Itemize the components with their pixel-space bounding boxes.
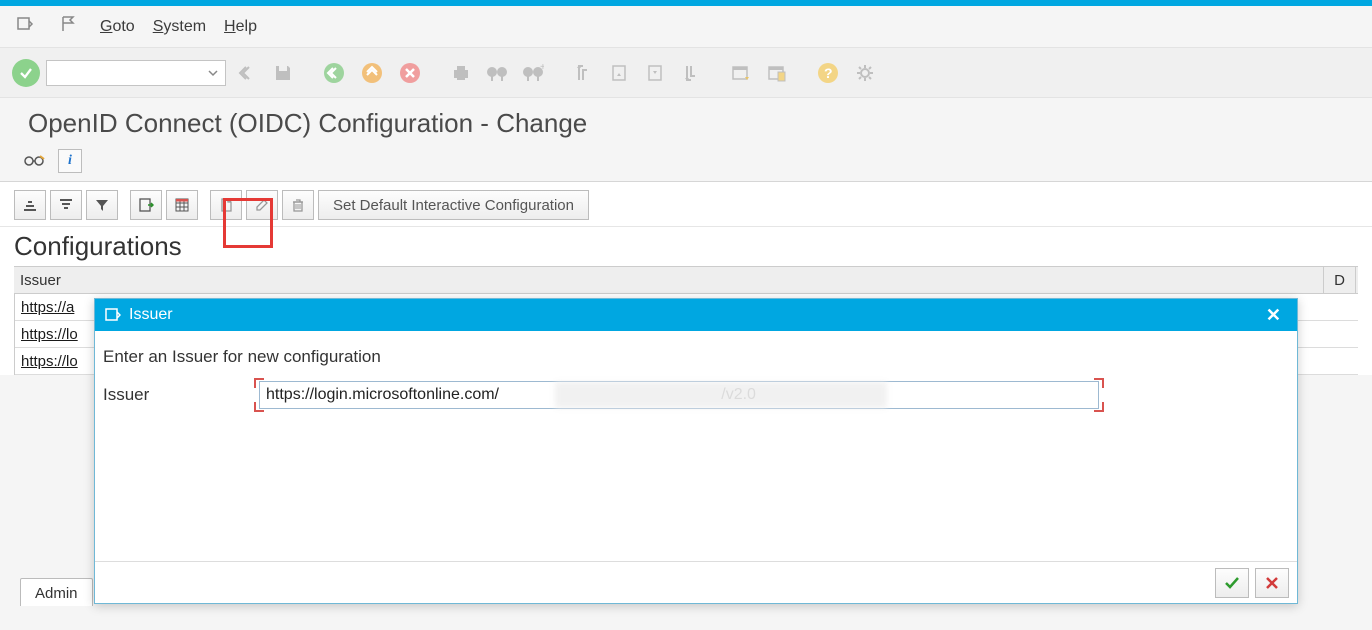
sort-asc-button[interactable] (14, 190, 46, 220)
alv-toolbar: Set Default Interactive Configuration (0, 182, 1372, 227)
back-icon[interactable] (232, 62, 262, 84)
issuer-label: Issuer (103, 385, 253, 405)
print-icon[interactable] (446, 62, 476, 84)
section-title: Configurations (0, 227, 1372, 266)
glasses-icon[interactable] (22, 149, 46, 173)
cell-issuer[interactable]: https://lo (15, 326, 84, 343)
issuer-dialog: Issuer ✕ Enter an Issuer for new configu… (94, 298, 1298, 604)
redacted-overlay (555, 382, 887, 408)
dialog-prompt: Enter an Issuer for new configuration (103, 347, 1289, 367)
first-page-icon[interactable] (568, 62, 598, 84)
export-button[interactable] (130, 190, 162, 220)
standard-toolbar: + ? (0, 48, 1372, 98)
tab-strip: Admin (20, 578, 93, 606)
page-title: OpenID Connect (OIDC) Configuration - Ch… (0, 98, 1372, 147)
dialog-header: Issuer ✕ (95, 299, 1297, 331)
layout-icon[interactable] (762, 62, 792, 84)
new-session-icon[interactable] (726, 62, 756, 84)
svg-text:+: + (540, 62, 544, 73)
layout-button[interactable] (166, 190, 198, 220)
dialog-icon (105, 307, 121, 323)
menu-goto[interactable]: Goto (100, 18, 135, 36)
ok-button[interactable] (1215, 568, 1249, 598)
table-header: Issuer D (14, 266, 1358, 294)
edit-button[interactable] (246, 190, 278, 220)
next-page-icon[interactable] (640, 62, 670, 84)
sort-desc-button[interactable] (50, 190, 82, 220)
info-icon[interactable]: i (58, 149, 82, 173)
svg-text:?: ? (824, 65, 833, 81)
cancel-circle-icon[interactable] (394, 61, 426, 85)
dialog-footer (95, 561, 1297, 603)
save-icon[interactable] (268, 62, 298, 84)
required-marker (1094, 402, 1104, 412)
filter-button[interactable] (86, 190, 118, 220)
dialog-title: Issuer (129, 306, 173, 324)
menu-system[interactable]: System (153, 18, 206, 36)
last-page-icon[interactable] (676, 62, 706, 84)
up-circle-icon[interactable] (356, 61, 388, 85)
find-icon[interactable] (482, 62, 512, 84)
menu-bar: Goto System Help (0, 6, 1372, 48)
required-marker (254, 402, 264, 412)
menu-help[interactable]: Help (224, 18, 257, 36)
col-d[interactable]: D (1324, 267, 1356, 293)
menu-flag-icon[interactable] (56, 15, 82, 38)
set-default-button[interactable]: Set Default Interactive Configuration (318, 190, 589, 220)
app-toolbar: i (0, 147, 1372, 181)
menu-window-icon[interactable] (12, 15, 38, 38)
tab-admin[interactable]: Admin (20, 578, 93, 606)
col-issuer[interactable]: Issuer (14, 267, 1324, 293)
required-marker (1094, 378, 1104, 388)
required-marker (254, 378, 264, 388)
command-field[interactable] (46, 60, 226, 86)
cell-issuer[interactable]: https://lo (15, 353, 84, 370)
back-circle-icon[interactable] (318, 61, 350, 85)
cell-issuer[interactable]: https://a (15, 299, 80, 316)
settings-gear-icon[interactable] (850, 62, 880, 84)
close-icon[interactable]: ✕ (1260, 303, 1287, 328)
help-icon[interactable]: ? (812, 61, 844, 85)
prev-page-icon[interactable] (604, 62, 634, 84)
cancel-button[interactable] (1255, 568, 1289, 598)
create-button[interactable] (210, 190, 242, 220)
enter-button[interactable] (12, 59, 40, 87)
delete-button[interactable] (282, 190, 314, 220)
find-next-icon[interactable]: + (518, 62, 548, 84)
